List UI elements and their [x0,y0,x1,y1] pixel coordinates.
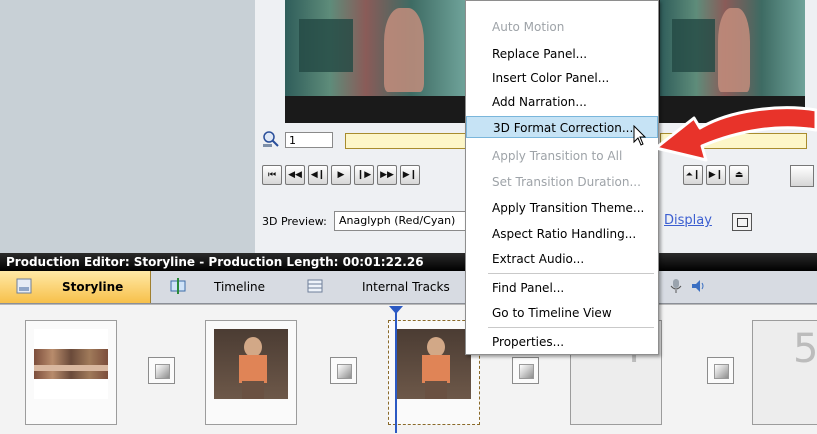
menu-item-replace-panel[interactable]: Replace Panel... [466,43,658,65]
microphone-icon[interactable] [668,278,684,294]
volume-icon[interactable] [690,278,706,294]
prev-frame-button[interactable]: ◀❙ [308,165,328,185]
menu-item-go-timeline[interactable]: Go to Timeline View [466,302,658,324]
menu-item-auto-motion: Auto Motion [492,20,565,34]
panel-number: 5 [793,326,817,372]
video-frame-right [660,0,805,96]
preview-mode-select[interactable]: Anaglyph (Red/Cyan) [334,211,466,231]
fast-forward-button[interactable]: ▶▶ [377,165,397,185]
transition-placeholder[interactable] [148,357,175,384]
menu-item-find-panel[interactable]: Find Panel... [466,277,658,299]
tab-timeline[interactable]: Timeline [214,271,265,303]
mouse-cursor-icon [633,125,647,146]
scrub-bar[interactable] [345,133,467,149]
menu-item-aspect-ratio[interactable]: Aspect Ratio Handling... [466,223,658,245]
go-start-button[interactable]: ⏮ [262,165,282,185]
preview-mode-label: 3D Preview: [262,215,327,228]
storyline-icon [16,278,32,294]
video-frame-left [285,0,465,96]
context-menu: Auto Motion Replace Panel... Insert Colo… [465,0,659,355]
annotation-arrow-icon [654,106,817,162]
transition-placeholder[interactable] [330,357,357,384]
menu-item-properties[interactable]: Properties... [466,331,658,353]
tab-storyline-label: Storyline [62,280,124,294]
menu-item-apply-transition-theme[interactable]: Apply Transition Theme... [466,197,658,219]
tab-internal-tracks[interactable]: Internal Tracks [362,271,450,303]
next-frame-button[interactable]: ❙▶ [354,165,374,185]
playhead-marker-icon[interactable] [389,306,403,314]
zoom-icon[interactable] [262,130,280,148]
panel-thumbnail [214,329,288,399]
panel-thumbnail [397,329,471,399]
internal-tracks-icon [307,279,323,293]
left-panel [0,0,255,253]
editor-tab-strip: Storyline Timeline Internal Tracks [0,271,817,304]
storyline-panel-empty[interactable]: 5 [752,320,817,425]
playhead[interactable] [395,310,397,433]
menu-item-insert-color-panel[interactable]: Insert Color Panel... [466,67,658,89]
transition-placeholder[interactable] [512,357,539,384]
editor-title-bar: Production Editor: Storyline - Productio… [0,253,817,271]
menu-item-extract-audio[interactable]: Extract Audio... [466,248,658,270]
transition-placeholder[interactable] [707,357,734,384]
timeline-icon [170,278,186,294]
menu-separator [488,327,654,328]
storyline-panel[interactable] [25,320,117,425]
display-link[interactable]: Display [664,213,712,228]
play-button[interactable]: ▶ [331,165,351,185]
rewind-button[interactable]: ◀◀ [285,165,305,185]
menu-separator [488,273,654,274]
tab-storyline[interactable]: Storyline [0,271,151,303]
go-end-button[interactable]: ▶❙ [400,165,420,185]
storyline-panel[interactable] [205,320,297,425]
fullscreen-icon[interactable] [732,213,752,231]
panel-thumbnail [34,329,108,399]
frame-input[interactable] [285,132,333,148]
